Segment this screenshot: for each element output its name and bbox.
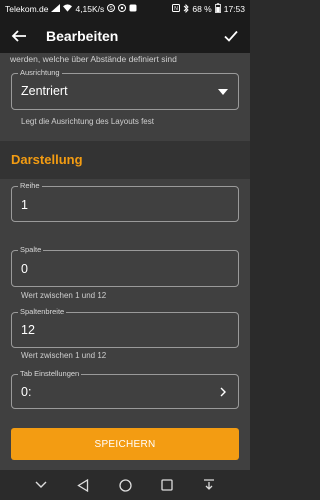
clock: 17:53 [223, 4, 245, 14]
status-bar: Telekom.de 4,15K/s S N 68 % 17:53 [0, 0, 250, 18]
description-text: werden, welche über Abstände definiert s… [10, 54, 177, 64]
battery-percent: 68 % [192, 4, 212, 14]
recents-square-icon[interactable] [159, 477, 175, 493]
settings-form: werden, welche über Abstände definiert s… [0, 53, 250, 470]
column-width-helper: Wert zwischen 1 und 12 [21, 351, 107, 360]
alignment-value: Zentriert [21, 84, 68, 98]
tab-settings-field[interactable]: Tab Einstellungen 0: [11, 369, 239, 409]
whatsapp-icon [118, 4, 127, 14]
column-width-label: Spaltenbreite [18, 307, 67, 317]
network-speed: 4,15K/s [75, 4, 105, 14]
column-helper: Wert zwischen 1 und 12 [21, 291, 107, 300]
alignment-select[interactable]: Ausrichtung Zentriert [11, 68, 239, 110]
tab-settings-value: 0: [21, 385, 32, 399]
section-header: Darstellung [0, 141, 250, 179]
skype-icon: S [107, 4, 116, 14]
nfc-icon: N [172, 4, 181, 14]
carrier-name: Telekom.de [5, 4, 49, 14]
column-width-value: 12 [21, 323, 35, 337]
alignment-helper: Legt die Ausrichtung des Layouts fest [21, 117, 154, 126]
battery-icon [214, 3, 221, 15]
dropdown-icon [218, 87, 228, 97]
back-triangle-icon[interactable] [75, 477, 91, 493]
page-title: Bearbeiten [46, 27, 119, 44]
column-value: 0 [21, 262, 28, 276]
column-field[interactable]: Spalte 0 [11, 245, 239, 287]
save-button[interactable]: SPEICHERN [11, 428, 239, 460]
arrow-left-icon[interactable] [10, 27, 28, 45]
notification-pull-icon[interactable] [201, 477, 217, 493]
alignment-label: Ausrichtung [18, 68, 62, 78]
row-field[interactable]: Reihe 1 [11, 181, 239, 222]
signal-icon [51, 4, 61, 14]
chevron-right-icon [218, 387, 228, 397]
dropdown-arrow-icon[interactable] [33, 477, 49, 493]
row-label: Reihe [18, 181, 42, 191]
wifi-icon [63, 4, 73, 14]
bluetooth-icon [183, 3, 189, 15]
system-nav-bar [0, 470, 250, 500]
app-bar: Bearbeiten [0, 18, 250, 53]
svg-text:N: N [175, 6, 179, 12]
tab-settings-label: Tab Einstellungen [18, 369, 82, 379]
row-value: 1 [21, 198, 28, 212]
home-circle-icon[interactable] [117, 477, 133, 493]
messenger-icon [129, 4, 137, 14]
check-icon[interactable] [222, 27, 240, 45]
section-title: Darstellung [11, 152, 83, 167]
column-label: Spalte [18, 245, 44, 255]
column-width-field[interactable]: Spaltenbreite 12 [11, 307, 239, 348]
